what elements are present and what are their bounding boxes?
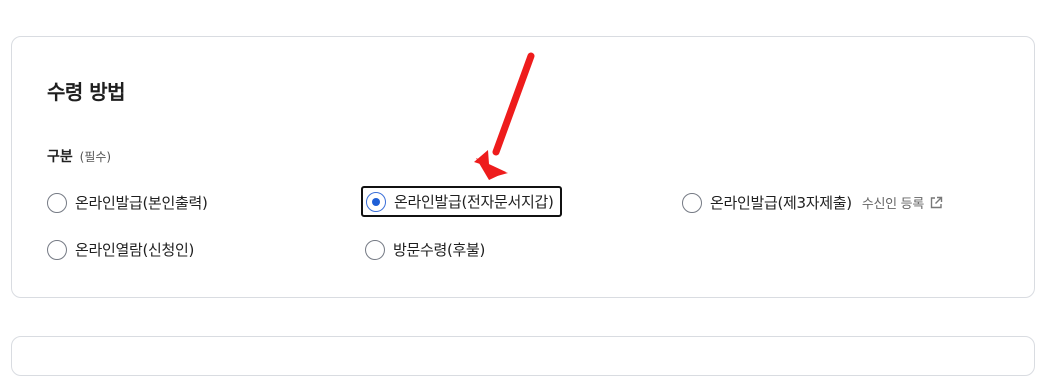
next-section-card <box>11 336 1035 376</box>
radio-option-online-print[interactable]: 온라인발급(본인출력) <box>47 192 208 213</box>
section-title: 수령 방법 <box>47 80 126 104</box>
radio-option-label: 방문수령(후불) <box>393 241 486 259</box>
radio-dot <box>372 197 380 206</box>
external-link-icon <box>930 196 943 208</box>
radio-option-online-view[interactable]: 온라인열람(신청인) <box>47 239 194 260</box>
group-label: 구분 (필수) <box>47 146 111 166</box>
radio-button[interactable] <box>47 192 67 213</box>
radio-option-label: 온라인발급(제3자제출) <box>710 194 852 212</box>
required-label: (필수) <box>79 150 112 164</box>
radio-option-online-wallet[interactable]: 온라인발급(전자문서지갑) <box>361 186 562 217</box>
register-recipient-label: 수신인 등록 <box>861 197 924 212</box>
radio-option-label: 온라인열람(신청인) <box>75 241 195 259</box>
radio-button-checked[interactable] <box>366 191 386 212</box>
radio-option-label: 온라인발급(본인출력) <box>75 194 208 212</box>
radio-option-visit-pickup[interactable]: 방문수령(후불) <box>365 239 485 260</box>
group-label-text: 구분 <box>47 149 73 165</box>
register-recipient-link[interactable]: 수신인 등록 <box>862 193 943 212</box>
radio-button[interactable] <box>365 239 385 260</box>
radio-option-online-third-party[interactable]: 온라인발급(제3자제출) 수신인 등록 <box>682 192 943 213</box>
radio-option-label: 온라인발급(전자문서지갑) <box>394 193 554 211</box>
radio-button[interactable] <box>682 192 702 213</box>
radio-button[interactable] <box>47 239 67 260</box>
